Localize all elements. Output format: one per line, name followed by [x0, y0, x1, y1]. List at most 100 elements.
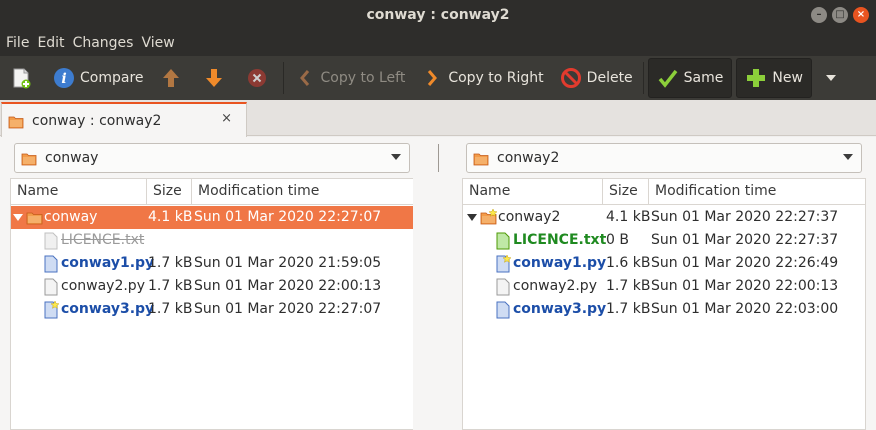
file-modification-time: Sun 01 Mar 2020 22:00:13: [651, 278, 839, 294]
delete-button[interactable]: Delete: [552, 58, 641, 98]
compare-label: Compare: [80, 70, 144, 86]
file-name: conway: [44, 209, 98, 225]
file-row[interactable]: LICENCE.txt: [11, 229, 413, 252]
close-window-button[interactable]: ×: [853, 7, 869, 23]
copy-to-right-button[interactable]: Copy to Right: [413, 58, 551, 98]
file-name: conway1.py: [513, 255, 607, 271]
column-modification-time[interactable]: Modification time: [192, 179, 415, 205]
info-icon: i: [53, 67, 75, 89]
menu-changes[interactable]: Changes: [73, 30, 140, 56]
expander-chevron-down-icon[interactable]: [13, 214, 23, 221]
folder-icon: [480, 207, 498, 227]
file-row[interactable]: conway3.py 1.7 kB Sun 01 Mar 2020 22:03:00: [463, 298, 865, 321]
file-row[interactable]: conway2.py 1.7 kB Sun 01 Mar 2020 22:00:13: [11, 275, 413, 298]
pane-divider[interactable]: [438, 144, 439, 172]
column-size[interactable]: Size: [603, 179, 649, 205]
column-size[interactable]: Size: [147, 179, 192, 205]
delete-label: Delete: [586, 70, 633, 86]
previous-change-button[interactable]: [152, 58, 195, 98]
title-bar: conway : conway2 – □ ×: [0, 0, 876, 30]
name-cell: LICENCE.txt: [43, 229, 144, 252]
file-row[interactable]: conway2.py 1.7 kB Sun 01 Mar 2020 22:00:13: [463, 275, 865, 298]
tab-comparison[interactable]: conway : conway2 ×: [1, 102, 247, 137]
right-folder-name: conway2: [497, 150, 560, 166]
folder-icon: [26, 209, 43, 227]
file-size: 1.7 kB: [148, 255, 193, 271]
file-modification-time: Sun 01 Mar 2020 22:27:37: [651, 232, 839, 248]
column-modification-time[interactable]: Modification time: [649, 179, 867, 205]
tab-label: conway : conway2: [32, 112, 162, 129]
file-size: 1.7 kB: [606, 278, 651, 294]
name-cell: conway1.py: [495, 252, 606, 275]
file-row[interactable]: conway1.py 1.7 kB Sun 01 Mar 2020 21:59:05: [11, 252, 413, 275]
file-name: conway1.py: [61, 255, 155, 271]
file-size: 1.6 kB: [606, 255, 651, 271]
file-modification-time: Sun 01 Mar 2020 21:59:05: [194, 255, 382, 271]
file-modification-time: Sun 01 Mar 2020 22:00:13: [194, 278, 382, 294]
folder-row[interactable]: conway2 4.1 kB Sun 01 Mar 2020 22:27:37: [463, 206, 865, 229]
compare-button[interactable]: i Compare: [45, 58, 152, 98]
folder-row[interactable]: conway 4.1 kB Sun 01 Mar 2020 22:27:07: [11, 206, 413, 229]
name-cell: conway3.py: [495, 298, 606, 321]
column-name[interactable]: Name: [11, 179, 147, 205]
folder-icon: [21, 149, 37, 167]
file-row[interactable]: conway1.py 1.6 kB Sun 01 Mar 2020 22:26:49: [463, 252, 865, 275]
file-icon: [495, 278, 511, 296]
file-size: 1.7 kB: [606, 301, 651, 317]
pane-gap: [413, 178, 463, 430]
chevron-down-icon: [391, 154, 401, 160]
name-cell: conway2.py: [495, 275, 597, 298]
same-filter-toggle[interactable]: Same: [647, 58, 733, 98]
left-folder-selector[interactable]: conway: [14, 143, 410, 173]
file-size: 4.1 kB: [148, 209, 193, 225]
folder-icon: [8, 112, 24, 130]
expander-chevron-down-icon[interactable]: [467, 214, 477, 221]
chevron-down-icon: [825, 75, 836, 81]
file-size: 4.1 kB: [606, 209, 651, 225]
folder-icon: [473, 149, 489, 167]
new-filter-toggle[interactable]: New: [736, 58, 812, 98]
file-name: LICENCE.txt: [513, 232, 607, 248]
right-file-tree[interactable]: Name Size Modification time conway2 4.1 k…: [462, 178, 866, 430]
name-cell: LICENCE.txt: [495, 229, 606, 252]
tab-close-icon[interactable]: ×: [221, 111, 232, 126]
no-entry-icon: [560, 67, 582, 89]
more-filters-dropdown[interactable]: [814, 58, 844, 98]
file-icon: [495, 232, 511, 250]
file-row[interactable]: conway3.py 1.7 kB Sun 01 Mar 2020 22:27:07: [11, 298, 413, 321]
toolbar-separator: [642, 62, 644, 94]
name-cell: conway: [13, 206, 97, 229]
name-cell: conway2: [467, 206, 560, 229]
name-cell: conway3.py: [43, 298, 154, 321]
chevron-right-icon: [421, 67, 443, 89]
copy-to-left-button[interactable]: Copy to Left: [286, 58, 414, 98]
column-name[interactable]: Name: [463, 179, 603, 205]
file-size: 1.7 kB: [148, 301, 193, 317]
file-modification-time: Sun 01 Mar 2020 22:27:07: [194, 301, 382, 317]
menu-view[interactable]: View: [141, 30, 180, 56]
stop-button[interactable]: [238, 58, 281, 98]
new-comparison-button[interactable]: [0, 58, 45, 98]
file-modification-time: Sun 01 Mar 2020 22:03:00: [651, 301, 839, 317]
maximize-button[interactable]: □: [832, 7, 848, 23]
window-title: conway : conway2: [366, 7, 510, 23]
tab-strip: conway : conway2 ×: [0, 100, 876, 137]
file-row[interactable]: LICENCE.txt 0 B Sun 01 Mar 2020 22:27:37: [463, 229, 865, 252]
next-change-button[interactable]: [195, 58, 238, 98]
arrow-down-icon: [203, 67, 225, 89]
left-folder-name: conway: [45, 150, 99, 166]
left-file-tree[interactable]: Name Size Modification time conway 4.1 kB…: [10, 178, 414, 430]
menu-file[interactable]: File: [6, 30, 35, 56]
chevron-left-icon: [294, 67, 316, 89]
minimize-button[interactable]: –: [811, 7, 827, 23]
file-icon: [495, 253, 512, 273]
name-cell: conway2.py: [43, 275, 145, 298]
file-name: conway3.py: [513, 301, 607, 317]
chevron-down-icon: [843, 154, 853, 160]
left-column-header: Name Size Modification time: [11, 179, 413, 205]
file-modification-time: Sun 01 Mar 2020 22:27:37: [651, 209, 839, 225]
menu-edit[interactable]: Edit: [37, 30, 70, 56]
copy-to-left-label: Copy to Left: [320, 70, 406, 86]
right-folder-selector[interactable]: conway2: [466, 143, 862, 173]
file-size: 0 B: [606, 232, 629, 248]
